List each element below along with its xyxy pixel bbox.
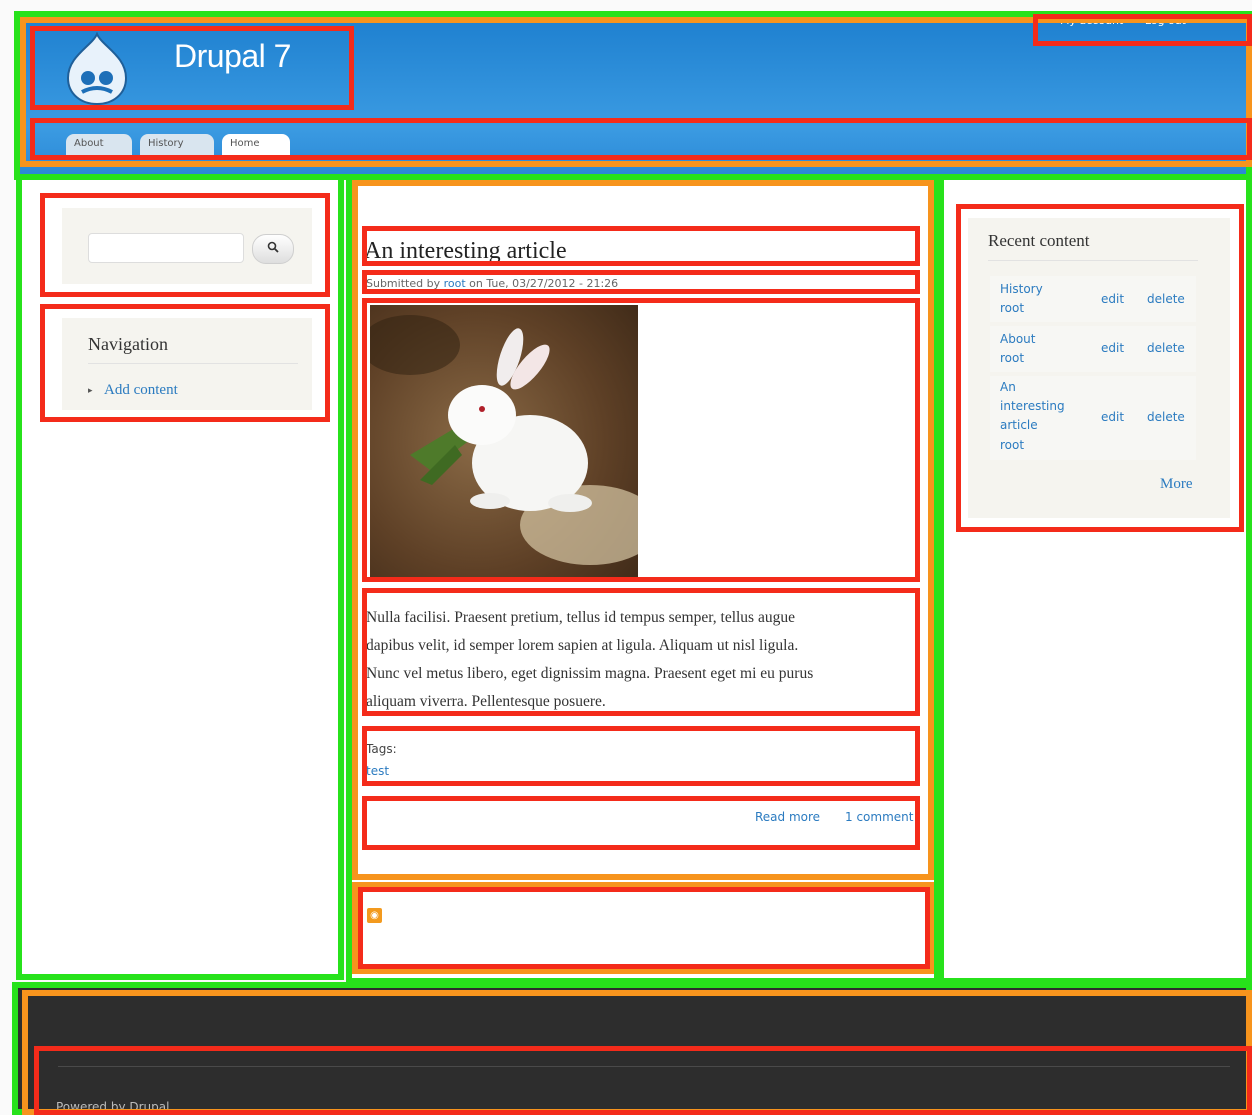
region-outline-branding	[30, 26, 354, 110]
region-outline-tabs	[30, 118, 1252, 160]
region-outline-title	[362, 226, 920, 266]
region-outline-footer-credit	[34, 1046, 1252, 1115]
region-outline-navigation	[40, 304, 330, 422]
region-outline-feed-inner	[358, 887, 930, 969]
region-outline-body	[362, 588, 920, 716]
region-outline-search	[40, 193, 330, 297]
region-outline-meta	[362, 270, 920, 294]
region-outline-secondary-menu	[1033, 14, 1252, 46]
region-outline-links	[362, 796, 920, 850]
region-outline-recent-content	[956, 204, 1244, 532]
region-outline-image	[362, 298, 920, 582]
region-outline-tags	[362, 726, 920, 786]
